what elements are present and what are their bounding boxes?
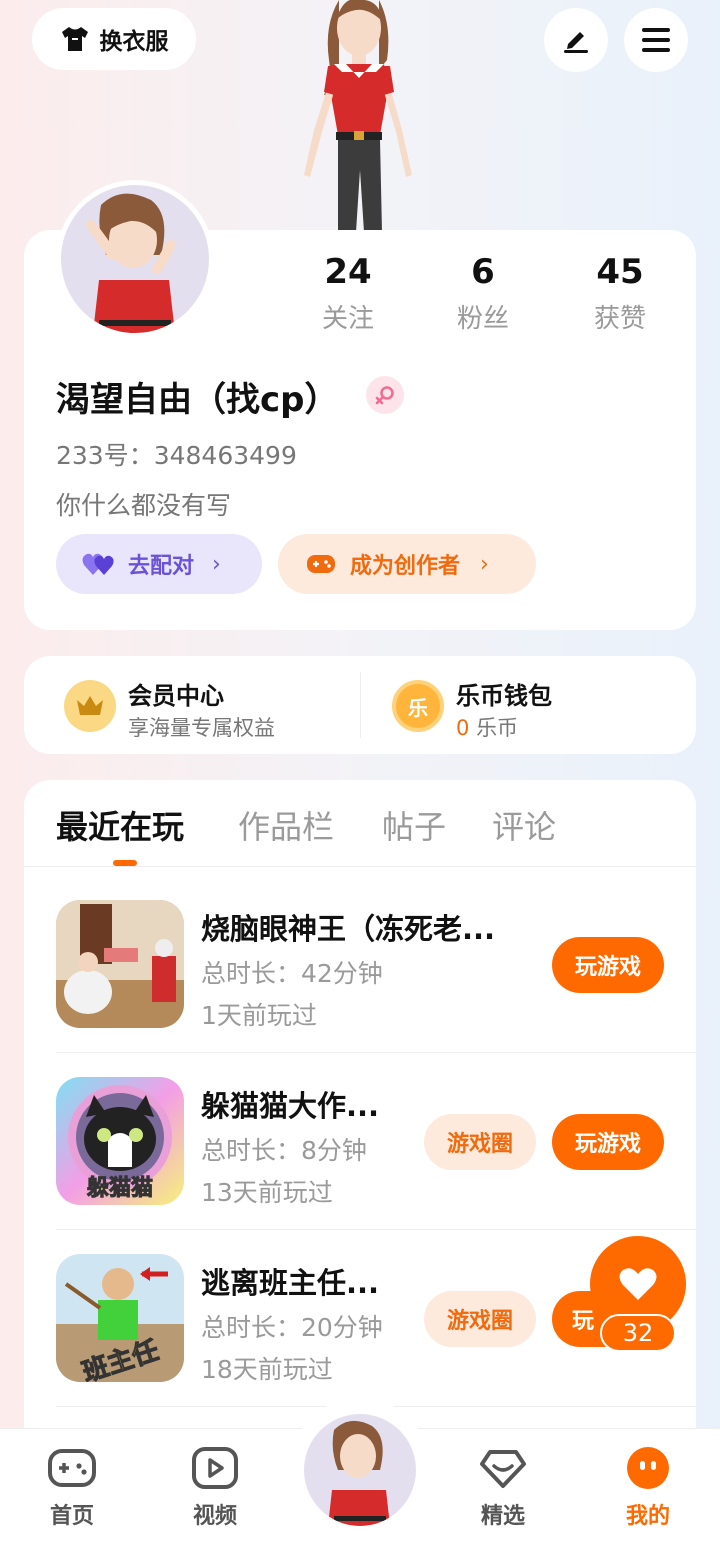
hearts-icon <box>82 553 114 575</box>
heart-icon <box>619 1268 657 1300</box>
game-circle-button[interactable]: 游戏圈 <box>424 1291 536 1347</box>
change-outfit-button[interactable]: 换衣服 <box>32 8 196 70</box>
game-duration: 总时长：8分钟 <box>201 1136 367 1165</box>
stat-following-value: 24 <box>324 252 372 292</box>
profile-name: 渴望自由（找cp） <box>56 380 339 420</box>
change-outfit-label: 换衣服 <box>99 29 169 55</box>
gamepad-icon <box>307 555 335 573</box>
wallet-balance-row: 0 乐币 <box>456 712 518 742</box>
game-last-played: 1天前玩过 <box>201 1001 317 1030</box>
coin-icon: 乐 <box>392 680 444 732</box>
become-creator-button[interactable]: 成为创作者 › <box>278 534 536 594</box>
play-game-button[interactable]: 玩游戏 <box>552 937 664 993</box>
stat-following[interactable]: 24 关注 <box>288 252 408 335</box>
game-item[interactable]: 烧脑眼神王（冻死老... 总时长：42分钟 1天前玩过 玩游戏 <box>24 878 696 1055</box>
game-last-played: 13天前玩过 <box>201 1178 333 1207</box>
member-title: 会员中心 <box>128 682 224 710</box>
game-item[interactable]: 班主任 逃离班主任... 总时长：20分钟 18天前玩过 游戏圈 玩 <box>24 1232 696 1409</box>
match-label: 去配对 <box>128 554 195 579</box>
like-count-badge: 32 <box>600 1314 676 1352</box>
row-divider <box>56 1052 696 1053</box>
game-last-played: 18天前玩过 <box>201 1355 333 1384</box>
chevron-right-icon: › <box>212 551 221 577</box>
nav-home[interactable]: 首页 <box>27 1446 117 1530</box>
profile-id: 233号：348463499 <box>56 441 297 470</box>
game-icon: 躲猫猫 <box>56 1077 184 1205</box>
chevron-right-icon: › <box>480 551 489 577</box>
avatar-image <box>86 193 176 333</box>
profile-avatar[interactable] <box>56 180 214 338</box>
member-center-button[interactable]: 会员中心 享海量专属权益 <box>64 678 364 740</box>
game-duration: 总时长：20分钟 <box>201 1313 383 1342</box>
crown-icon <box>64 680 116 732</box>
shirt-icon <box>61 27 88 51</box>
gamepad-icon <box>48 1449 96 1487</box>
nav-featured-label: 精选 <box>480 1504 525 1529</box>
stat-followers-label: 粉丝 <box>456 304 509 334</box>
profile-bio: 你什么都没有写 <box>56 491 232 520</box>
game-icon: 班主任 <box>56 1254 184 1382</box>
menu-icon <box>642 28 670 52</box>
tab-recent[interactable]: 最近在玩 <box>56 802 184 848</box>
game-title: 躲猫猫大作... <box>201 1089 380 1123</box>
nav-video[interactable]: 视频 <box>170 1446 260 1530</box>
me-face-icon <box>627 1447 669 1489</box>
tab-works[interactable]: 作品栏 <box>238 802 334 848</box>
nav-video-label: 视频 <box>192 1504 237 1529</box>
tab-comments[interactable]: 评论 <box>492 802 556 848</box>
nav-me-label: 我的 <box>625 1504 670 1529</box>
stat-likes-value: 45 <box>596 252 644 292</box>
stat-likes-label: 获赞 <box>593 304 646 334</box>
avatar-image <box>328 1420 390 1526</box>
game-title: 烧脑眼神王（冻死老... <box>201 912 496 946</box>
wallet-unit: 乐币 <box>476 716 519 740</box>
nav-featured[interactable]: 精选 <box>458 1446 548 1530</box>
match-button[interactable]: 去配对 › <box>56 534 262 594</box>
stat-following-label: 关注 <box>321 304 374 334</box>
member-subtitle: 享海量专属权益 <box>128 716 275 740</box>
wallet-title: 乐币钱包 <box>456 682 552 710</box>
female-icon <box>366 376 404 414</box>
stat-followers[interactable]: 6 粉丝 <box>423 252 543 335</box>
game-duration: 总时长：42分钟 <box>201 959 383 988</box>
svg-text:躲猫猫: 躲猫猫 <box>87 1175 153 1201</box>
video-play-icon <box>192 1447 238 1489</box>
wallet-balance: 0 <box>456 716 470 740</box>
nav-avatar-button[interactable] <box>304 1414 416 1526</box>
game-icon <box>56 900 184 1028</box>
featured-icon <box>480 1450 526 1488</box>
game-title: 逃离班主任... <box>201 1266 380 1300</box>
game-circle-button[interactable]: 游戏圈 <box>424 1114 536 1170</box>
pencil-icon <box>564 32 588 53</box>
play-game-button[interactable]: 玩游戏 <box>552 1114 664 1170</box>
tab-posts[interactable]: 帖子 <box>382 802 446 848</box>
edit-button[interactable] <box>544 8 608 72</box>
stat-followers-value: 6 <box>471 252 495 292</box>
become-creator-label: 成为创作者 <box>350 554 461 579</box>
nav-me[interactable]: 我的 <box>603 1446 693 1530</box>
wallet-button[interactable]: 乐 乐币钱包 0 乐币 <box>392 678 682 740</box>
menu-button[interactable] <box>624 8 688 72</box>
row-divider <box>56 1229 696 1230</box>
game-item[interactable]: 躲猫猫 躲猫猫大作... 总时长：8分钟 13天前玩过 游戏圈 玩游戏 <box>24 1055 696 1232</box>
stat-likes[interactable]: 45 获赞 <box>560 252 680 335</box>
nav-home-label: 首页 <box>49 1504 94 1529</box>
avatar-character-figure <box>304 0 412 232</box>
tab-divider <box>24 866 696 867</box>
